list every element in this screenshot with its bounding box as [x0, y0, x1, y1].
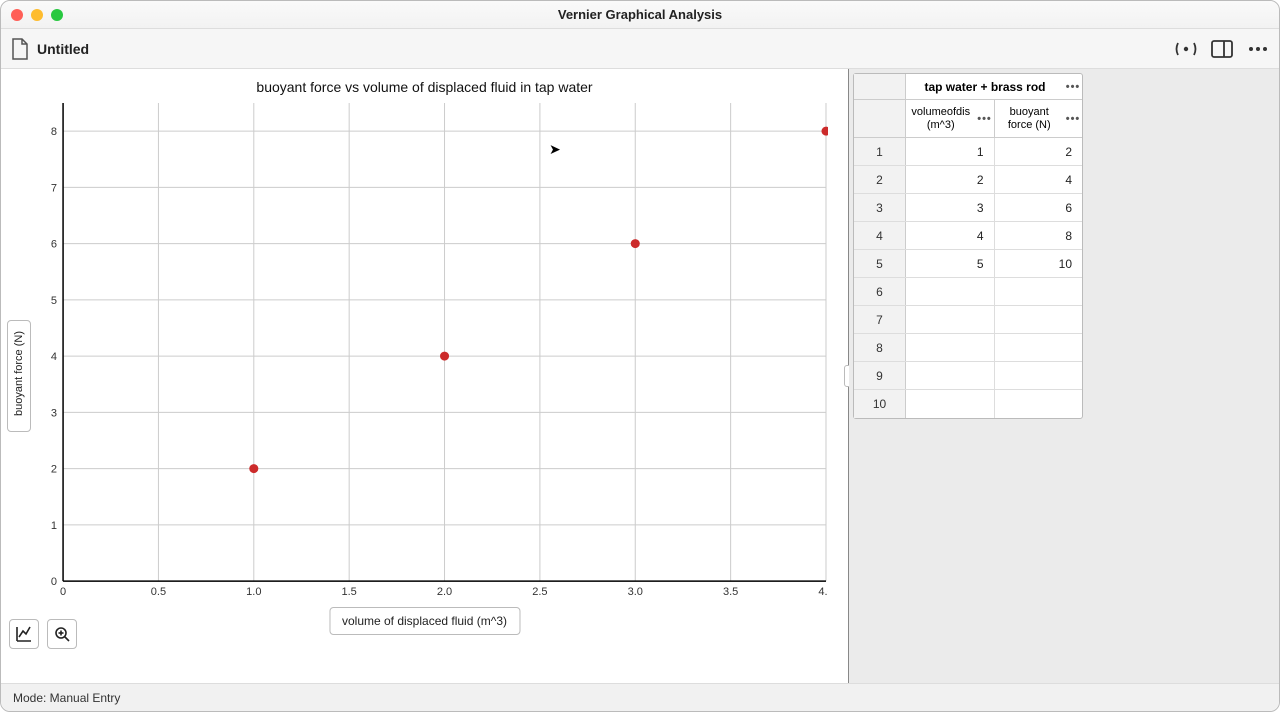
x-axis-label-box[interactable]: volume of displaced fluid (m^3) — [329, 607, 520, 635]
table-row[interactable]: 5510 — [854, 250, 1082, 278]
data-table[interactable]: tap water + brass rod ••• volumeofdis (m… — [853, 73, 1083, 419]
data-pane: tap water + brass rod ••• volumeofdis (m… — [849, 69, 1279, 683]
table-row[interactable]: 7 — [854, 306, 1082, 334]
table-row[interactable]: 9 — [854, 362, 1082, 390]
table-row[interactable]: 112 — [854, 138, 1082, 166]
window-title: Vernier Graphical Analysis — [1, 7, 1279, 22]
column-2-header[interactable]: buoyant force (N) — [995, 104, 1065, 133]
cell-x[interactable] — [906, 390, 995, 418]
svg-text:3.0: 3.0 — [628, 586, 643, 598]
svg-text:4: 4 — [51, 351, 57, 363]
svg-text:2: 2 — [51, 464, 57, 476]
layout-icon[interactable] — [1211, 38, 1233, 60]
document-title[interactable]: Untitled — [37, 41, 89, 57]
table-row[interactable]: 10 — [854, 390, 1082, 418]
svg-text:4.0: 4.0 — [818, 586, 828, 598]
cell-y[interactable]: 2 — [995, 138, 1083, 165]
sensor-icon[interactable] — [1175, 38, 1197, 60]
row-number: 3 — [854, 194, 906, 221]
svg-text:6: 6 — [51, 239, 57, 251]
row-number: 8 — [854, 334, 906, 361]
cell-y[interactable] — [995, 334, 1083, 361]
table-corner — [854, 74, 906, 99]
zoom-fit-button[interactable] — [47, 619, 77, 649]
svg-text:0.5: 0.5 — [151, 586, 166, 598]
row-number: 10 — [854, 390, 906, 418]
svg-text:8: 8 — [51, 126, 57, 138]
cell-y[interactable]: 10 — [995, 250, 1083, 277]
more-icon[interactable] — [1247, 38, 1269, 60]
cell-x[interactable] — [906, 334, 995, 361]
data-point[interactable] — [631, 239, 640, 248]
app-toolbar: Untitled — [1, 29, 1279, 69]
table-row[interactable]: 6 — [854, 278, 1082, 306]
cell-y[interactable] — [995, 306, 1083, 333]
table-corner-2 — [854, 100, 906, 137]
window-titlebar: Vernier Graphical Analysis — [1, 1, 1279, 29]
svg-text:1.5: 1.5 — [341, 586, 356, 598]
cell-x[interactable]: 5 — [906, 250, 995, 277]
cell-y[interactable] — [995, 278, 1083, 305]
table-row[interactable]: 8 — [854, 334, 1082, 362]
cell-y[interactable]: 6 — [995, 194, 1083, 221]
dataset-name[interactable]: tap water + brass rod — [906, 80, 1064, 94]
svg-text:2.0: 2.0 — [437, 586, 452, 598]
chart-pane[interactable]: buoyant force vs volume of displaced flu… — [1, 69, 849, 683]
cell-y[interactable] — [995, 390, 1083, 418]
table-row[interactable]: 224 — [854, 166, 1082, 194]
cell-x[interactable]: 1 — [906, 138, 995, 165]
svg-text:0: 0 — [60, 586, 66, 598]
cell-x[interactable] — [906, 278, 995, 305]
cell-y[interactable]: 4 — [995, 166, 1083, 193]
cell-y[interactable] — [995, 362, 1083, 389]
column-1-more-icon[interactable]: ••• — [976, 113, 994, 125]
svg-text:5: 5 — [51, 295, 57, 307]
svg-text:7: 7 — [51, 182, 57, 194]
cell-x[interactable]: 4 — [906, 222, 995, 249]
table-row[interactable]: 336 — [854, 194, 1082, 222]
chart-plot-area[interactable]: 00.51.01.52.02.53.03.54.0012345678 ➤ — [45, 99, 828, 601]
row-number: 7 — [854, 306, 906, 333]
svg-text:1.0: 1.0 — [246, 586, 261, 598]
column-1-header[interactable]: volumeofdis (m^3) — [906, 104, 976, 133]
cell-y[interactable]: 8 — [995, 222, 1083, 249]
cell-x[interactable]: 2 — [906, 166, 995, 193]
statusbar: Mode: Manual Entry — [1, 683, 1279, 711]
row-number: 2 — [854, 166, 906, 193]
svg-text:2.5: 2.5 — [532, 586, 547, 598]
graph-tools-button[interactable] — [9, 619, 39, 649]
x-axis-label: volume of displaced fluid (m^3) — [342, 614, 507, 628]
row-number: 9 — [854, 362, 906, 389]
row-number: 4 — [854, 222, 906, 249]
row-number: 1 — [854, 138, 906, 165]
cell-x[interactable] — [906, 362, 995, 389]
y-axis-label: buoyant force (N) — [13, 331, 25, 416]
y-axis-label-box[interactable]: buoyant force (N) — [7, 320, 31, 432]
column-2-more-icon[interactable]: ••• — [1064, 113, 1082, 125]
svg-text:3: 3 — [51, 407, 57, 419]
svg-text:1: 1 — [51, 520, 57, 532]
cell-x[interactable]: 3 — [906, 194, 995, 221]
document-icon[interactable] — [11, 38, 29, 60]
row-number: 6 — [854, 278, 906, 305]
chart-title[interactable]: buoyant force vs volume of displaced flu… — [1, 79, 848, 95]
data-point[interactable] — [440, 352, 449, 361]
cell-x[interactable] — [906, 306, 995, 333]
table-row[interactable]: 448 — [854, 222, 1082, 250]
mode-label: Mode: Manual Entry — [13, 691, 120, 705]
data-point[interactable] — [249, 464, 258, 473]
row-number: 5 — [854, 250, 906, 277]
svg-text:0: 0 — [51, 576, 57, 588]
dataset-more-icon[interactable]: ••• — [1064, 81, 1082, 93]
svg-text:3.5: 3.5 — [723, 586, 738, 598]
data-point[interactable] — [821, 127, 828, 136]
